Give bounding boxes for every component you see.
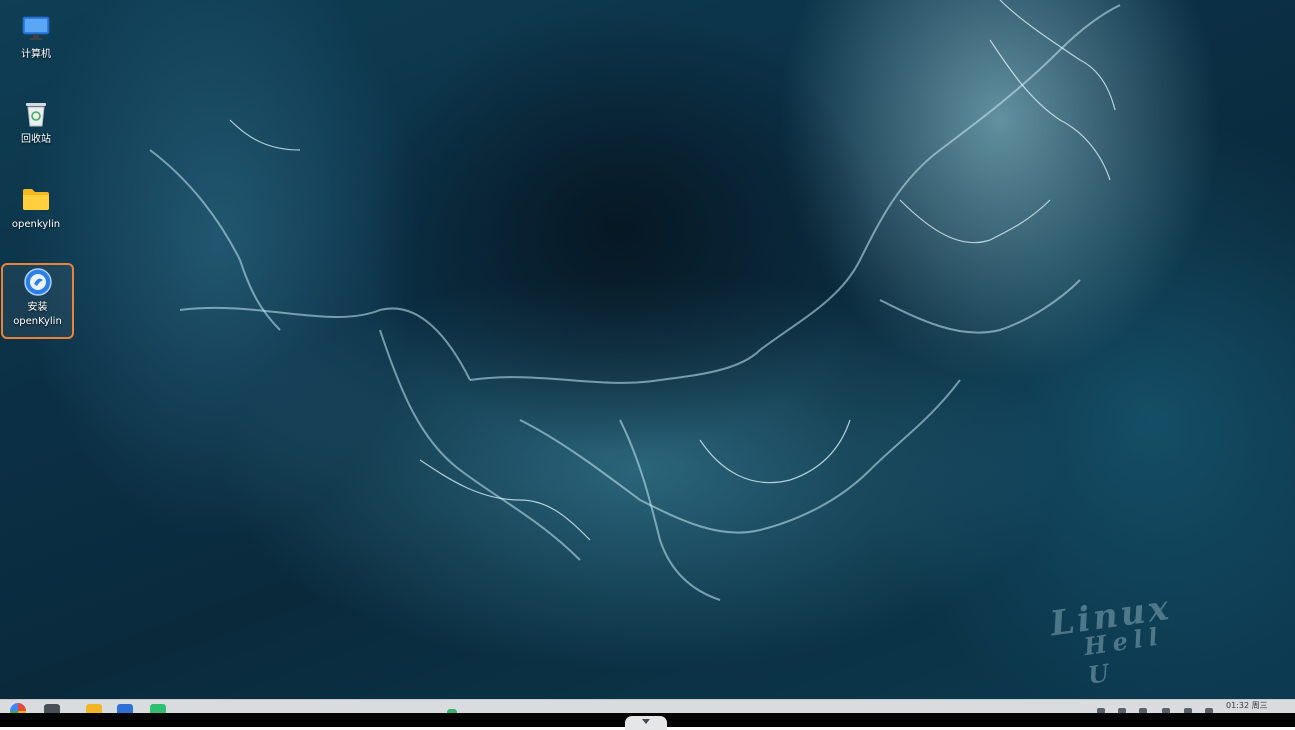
desktop-icon-label: openkylin — [11, 219, 61, 230]
desktop-icon-label: 计算机 — [21, 49, 51, 60]
desktop[interactable]: 计算机 回收站 openkylin 安装 openKylin Linux Hel… — [0, 0, 1295, 699]
folder-icon — [21, 184, 51, 214]
desktop-icon-computer[interactable]: 计算机 — [1, 12, 71, 62]
taskbar: 01:32 周三 — [0, 699, 1295, 714]
desktop-icon-label: 回收站 — [21, 134, 51, 145]
trash-icon — [21, 99, 51, 129]
chevron-down-icon — [642, 719, 650, 724]
computer-icon — [21, 14, 51, 44]
desktop-icon-openkylin-folder[interactable]: openkylin — [1, 182, 71, 232]
installer-icon — [23, 267, 53, 297]
panel-toggle-handle[interactable] — [625, 716, 667, 730]
desktop-icon-label: 安装 openKylin — [13, 302, 62, 327]
desktop-icon-install-openkylin[interactable]: 安装 openKylin — [1, 263, 74, 339]
taskbar-clock[interactable]: 01:32 周三 — [1226, 701, 1268, 710]
desktop-icon-trash[interactable]: 回收站 — [1, 97, 71, 147]
wallpaper-foam — [149, 0, 1121, 601]
